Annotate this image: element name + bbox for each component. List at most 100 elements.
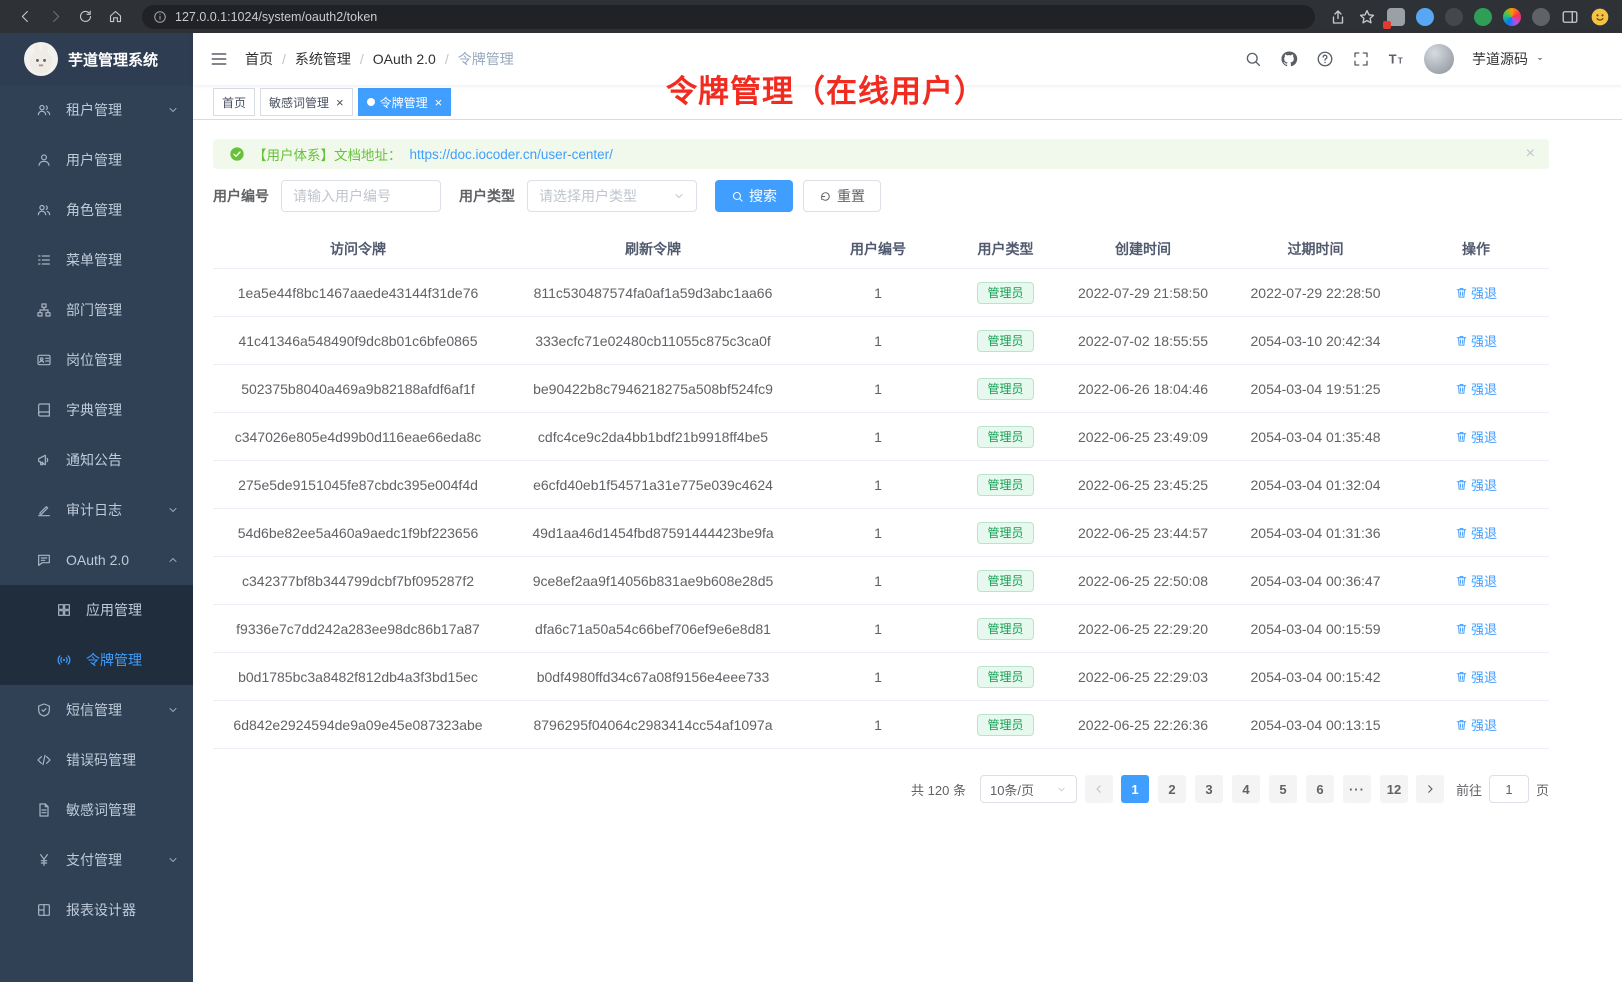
alert-close-icon[interactable]: × [1526,146,1535,162]
user-type-cell: 管理员 [953,557,1058,605]
tab-sensitive-word[interactable]: 敏感词管理× [260,88,353,116]
action-cell: 强退 [1403,365,1549,413]
force-logout-button[interactable]: 强退 [1455,667,1497,686]
tab-close-icon[interactable]: × [336,96,344,109]
tab-token[interactable]: 令牌管理× [358,88,452,116]
breadcrumb-item[interactable]: 首页 [245,49,273,69]
page-button-1[interactable]: 1 [1121,775,1149,803]
next-page-button[interactable] [1416,775,1444,803]
more-pages-button[interactable]: ··· [1343,775,1371,803]
sidebar-item-label: 支付管理 [66,850,122,870]
user-avatar[interactable] [1424,44,1454,74]
force-logout-button[interactable]: 强退 [1455,331,1497,350]
bookmark-star-icon[interactable] [1358,8,1376,26]
sidebar-item-tenant[interactable]: 租户管理 [0,85,193,135]
breadcrumb-item[interactable]: OAuth 2.0 [373,51,436,67]
doc-link[interactable]: https://doc.iocoder.cn/user-center/ [410,147,613,162]
address-bar[interactable]: 127.0.0.1:1024/system/oauth2/token [142,5,1315,29]
sidebar-item-notice[interactable]: 通知公告 [0,435,193,485]
sidebar-item-error-code[interactable]: 错误码管理 [0,735,193,785]
app-logo[interactable]: 芋道管理系统 [0,33,193,85]
extension-multicolor-icon[interactable] [1503,8,1521,26]
page-button-4[interactable]: 4 [1232,775,1260,803]
extension-green-icon[interactable] [1474,8,1492,26]
goto-page: 前往 页 [1456,775,1549,803]
table-row: 1ea5e44f8bc1467aaede43144f31de76811c5304… [213,269,1549,317]
browser-home-button[interactable] [102,4,128,30]
share-icon[interactable] [1329,8,1347,26]
sidebar-item-sensitive-word[interactable]: 敏感词管理 [0,785,193,835]
browser-back-button[interactable] [12,4,38,30]
access-token-cell: f9336e7c7dd242a283ee98dc86b17a87 [213,605,503,653]
side-panel-icon[interactable] [1561,8,1579,26]
reset-button[interactable]: 重置 [803,180,881,212]
sidebar-item-dict[interactable]: 字典管理 [0,385,193,435]
force-logout-button[interactable]: 强退 [1455,475,1497,494]
page-size-select[interactable]: 10条/页 [980,775,1077,803]
page-button-3[interactable]: 3 [1195,775,1223,803]
prev-page-button[interactable] [1085,775,1113,803]
force-logout-button[interactable]: 强退 [1455,283,1497,302]
sidebar-item-user[interactable]: 用户管理 [0,135,193,185]
grid-icon [56,602,72,618]
sidebar-item-sms[interactable]: 短信管理 [0,685,193,735]
sidebar-item-audit-log[interactable]: 审计日志 [0,485,193,535]
code-icon [36,752,52,768]
sidebar-item-post[interactable]: 岗位管理 [0,335,193,385]
tab-home[interactable]: 首页 [213,88,255,116]
user-menu[interactable]: 芋道源码 [1472,49,1546,69]
font-size-icon[interactable]: TT [1388,50,1406,68]
action-cell: 强退 [1403,269,1549,317]
browser-refresh-button[interactable] [72,4,98,30]
page-button-5[interactable]: 5 [1269,775,1297,803]
search-button[interactable]: 搜索 [715,180,793,212]
force-logout-button[interactable]: 强退 [1455,715,1497,734]
site-info-icon[interactable] [153,10,167,24]
action-cell: 强退 [1403,509,1549,557]
user-type-badge: 管理员 [977,570,1033,592]
action-cell: 强退 [1403,413,1549,461]
sidebar-item-dept[interactable]: 部门管理 [0,285,193,335]
trash-icon [1455,574,1468,587]
extension-gray-icon[interactable] [1532,8,1550,26]
sidebar-item-oauth2-app[interactable]: 应用管理 [0,585,193,635]
force-logout-button[interactable]: 强退 [1455,427,1497,446]
extension-blue-icon[interactable] [1416,8,1434,26]
help-icon[interactable] [1316,50,1334,68]
extension-dark-icon[interactable] [1445,8,1463,26]
breadcrumb-item[interactable]: 系统管理 [295,49,351,69]
access-token-cell: 1ea5e44f8bc1467aaede43144f31de76 [213,269,503,317]
goto-page-input[interactable] [1489,775,1529,803]
collapse-sidebar-icon[interactable] [209,49,229,69]
page-button-12[interactable]: 12 [1380,775,1408,803]
extension-badged-icon[interactable] [1387,8,1405,26]
tab-close-icon[interactable]: × [435,96,443,109]
force-logout-button[interactable]: 强退 [1455,619,1497,638]
page-button-6[interactable]: 6 [1306,775,1334,803]
url-text: 127.0.0.1:1024/system/oauth2/token [175,10,377,24]
table-row: 275e5de9151045fe87cbdc395e004f4de6cfd40e… [213,461,1549,509]
sidebar-item-oauth2[interactable]: OAuth 2.0 [0,535,193,585]
github-icon[interactable] [1280,50,1298,68]
user-id-input[interactable] [281,180,441,212]
force-logout-button[interactable]: 强退 [1455,571,1497,590]
sidebar-item-pay[interactable]: 支付管理 [0,835,193,885]
tree-icon [36,302,52,318]
force-logout-button[interactable]: 强退 [1455,523,1497,542]
user-type-select[interactable]: 请选择用户类型 [527,180,697,212]
page-button-2[interactable]: 2 [1158,775,1186,803]
fullscreen-icon[interactable] [1352,50,1370,68]
people-icon [36,102,52,118]
sidebar-item-report-designer[interactable]: 报表设计器 [0,885,193,935]
table-header-row: 访问令牌刷新令牌用户编号用户类型创建时间过期时间操作 [213,230,1549,269]
logo-rabbit-avatar [24,42,58,76]
sidebar-item-menu[interactable]: 菜单管理 [0,235,193,285]
sidebar-item-role[interactable]: 角色管理 [0,185,193,235]
force-logout-button[interactable]: 强退 [1455,379,1497,398]
sidebar-item-oauth2-token[interactable]: 令牌管理 [0,635,193,685]
browser-forward-button[interactable] [42,4,68,30]
sidebar-item-label: 租户管理 [66,100,122,120]
search-icon[interactable] [1244,50,1262,68]
browser-profile-avatar[interactable] [1590,7,1610,27]
breadcrumb-separator: / [445,51,449,67]
